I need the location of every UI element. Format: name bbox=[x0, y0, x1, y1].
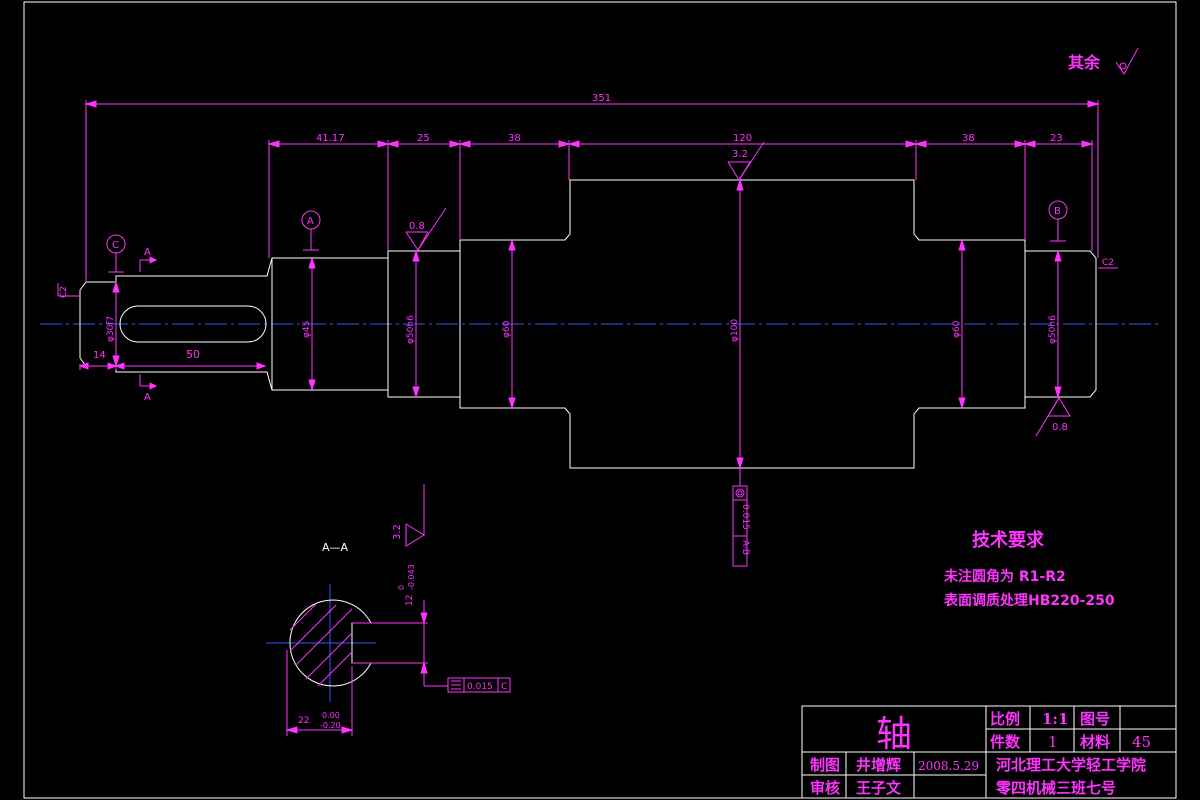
title-part-name: 轴 bbox=[876, 714, 912, 755]
title-scale-value: 1:1 bbox=[1042, 710, 1068, 728]
section-view-title: A—A bbox=[322, 541, 349, 554]
extension-lines bbox=[79, 100, 1099, 370]
roughness-r1-value: 0.8 bbox=[409, 221, 425, 232]
dim-seg3: 38 bbox=[508, 133, 521, 144]
keyway-width-upper: 0 bbox=[397, 585, 406, 590]
tech-req-title: 技术要求 bbox=[972, 529, 1045, 551]
title-qty-label: 件数 bbox=[990, 733, 1021, 751]
dim-dia-60-left: φ60 bbox=[502, 320, 512, 338]
title-material-label: 材料 bbox=[1080, 733, 1110, 751]
title-reviewed-by: 王子文 bbox=[856, 779, 902, 797]
dim-key-offset: 14 bbox=[93, 350, 106, 361]
roughness-r2-value: 3.2 bbox=[732, 149, 748, 160]
depth-value: 22 bbox=[298, 716, 309, 726]
title-date: 2008.5.29 bbox=[918, 759, 979, 773]
roughness-r3-value: 0.8 bbox=[1052, 422, 1068, 433]
dim-dia-50-left: φ50h6 bbox=[406, 315, 416, 344]
tech-req-line1: 未注圆角为 R1-R2 bbox=[944, 568, 1066, 585]
depth-upper: 0.00 bbox=[322, 711, 340, 720]
datum-c-label: C bbox=[112, 240, 119, 251]
roughness-symbol-r2-icon bbox=[727, 141, 765, 181]
dim-seg6: 23 bbox=[1050, 133, 1063, 144]
drawing-border bbox=[23, 1, 1177, 799]
datum-b-label: B bbox=[1054, 206, 1061, 217]
dim-dia-45: φ45 bbox=[302, 321, 312, 338]
title-drawn-by: 井增辉 bbox=[856, 756, 901, 774]
title-drawing-no-label: 图号 bbox=[1080, 710, 1110, 728]
runout-datum: A-B bbox=[740, 540, 750, 555]
title-drawn-label: 制图 bbox=[810, 756, 840, 774]
cad-drawing: 351 41.17 25 38 120 38 23 14 50 C2 C2 φ3… bbox=[23, 1, 1177, 799]
title-reviewed-label: 审核 bbox=[810, 779, 840, 797]
keyway-width-lower: -0.043 bbox=[407, 564, 416, 590]
section-mark-bottom: A bbox=[144, 392, 151, 403]
section-mark-top: A bbox=[144, 247, 151, 258]
dim-chamfer-right: C2 bbox=[1102, 258, 1114, 268]
dim-seg1: 41.17 bbox=[316, 133, 345, 144]
datum-a-label: A bbox=[307, 216, 314, 227]
dim-overall-length: 351 bbox=[592, 93, 611, 104]
title-class: 零四机械三班七号 bbox=[995, 779, 1116, 797]
roughness-other-label: 其余 bbox=[1068, 53, 1101, 72]
tech-req-line2: 表面调质处理HB220-250 bbox=[943, 592, 1115, 609]
symmetry-value: 0.015 bbox=[467, 682, 493, 692]
section-cut-marks bbox=[139, 256, 158, 390]
depth-lower: -0.20 bbox=[320, 721, 341, 730]
keyway-width: 12 bbox=[405, 595, 415, 606]
dim-seg4: 120 bbox=[733, 133, 752, 144]
dimension-lines bbox=[78, 100, 1100, 486]
section-view-aa bbox=[266, 584, 376, 702]
runout-value: 0.015 bbox=[740, 504, 750, 530]
dim-dia-50-right: φ50h6 bbox=[1048, 315, 1058, 344]
dim-seg2: 25 bbox=[417, 133, 430, 144]
title-school: 河北理工大学轻工学院 bbox=[996, 756, 1146, 774]
dim-key-length: 50 bbox=[186, 348, 200, 361]
dim-seg5: 38 bbox=[962, 133, 975, 144]
dim-dia-60-right: φ60 bbox=[952, 320, 962, 338]
symmetry-datum: C bbox=[501, 682, 507, 692]
title-material-value: 45 bbox=[1132, 733, 1151, 751]
title-qty-value: 1 bbox=[1048, 733, 1058, 751]
roughness-r4-value: 3.2 bbox=[392, 524, 403, 540]
title-scale-label: 比例 bbox=[990, 710, 1020, 728]
roughness-symbol-r4-icon bbox=[405, 484, 425, 547]
dim-dia-30: φ30f7 bbox=[106, 316, 116, 342]
dim-dia-100: φ100 bbox=[730, 319, 740, 342]
roughness-symbol-other-icon bbox=[1115, 47, 1139, 75]
